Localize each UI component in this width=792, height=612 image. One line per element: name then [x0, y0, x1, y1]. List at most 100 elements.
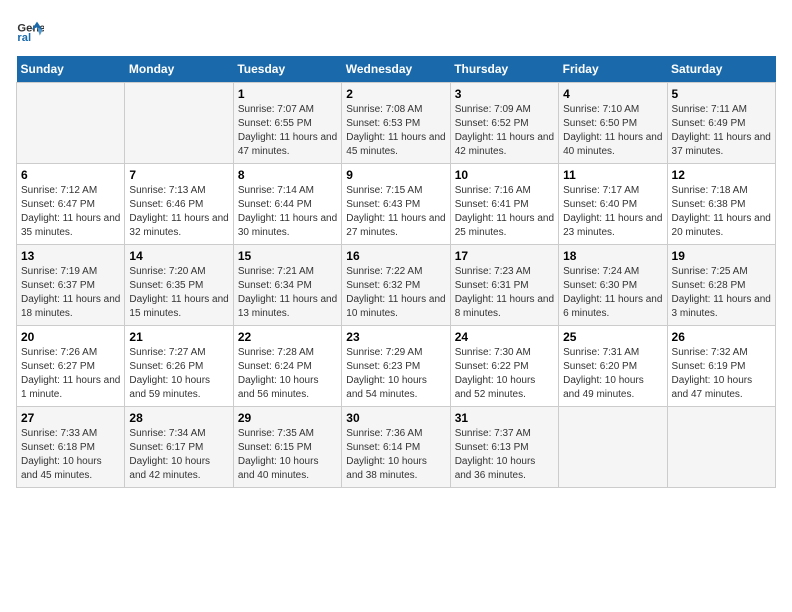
- calendar-cell: 6Sunrise: 7:12 AM Sunset: 6:47 PM Daylig…: [17, 164, 125, 245]
- calendar-cell: 27 Sunrise: 7:33 AM Sunset: 6:18 PM Dayli…: [17, 407, 125, 488]
- calendar-cell: 21Sunrise: 7:27 AM Sunset: 6:26 PM Dayli…: [125, 326, 233, 407]
- day-number: 16: [346, 249, 445, 263]
- calendar-week-row: 1 Sunrise: 7:07 AM Sunset: 6:55 PM Daylig…: [17, 83, 776, 164]
- day-info: Sunrise: 7:07 AM Sunset: 6:55 PM Dayligh…: [238, 103, 337, 159]
- calendar-cell: 18 Sunrise: 7:24 AM Sunset: 6:30 PM Dayli…: [559, 245, 667, 326]
- calendar-cell: 30 Sunrise: 7:36 AM Sunset: 6:14 PM Dayli…: [342, 407, 450, 488]
- day-header-sunday: Sunday: [17, 56, 125, 83]
- calendar-cell: 13 Sunrise: 7:19 AM Sunset: 6:37 PM Dayli…: [17, 245, 125, 326]
- day-number: 20: [21, 330, 120, 344]
- day-number: 18: [563, 249, 662, 263]
- calendar-week-row: 27 Sunrise: 7:33 AM Sunset: 6:18 PM Dayli…: [17, 407, 776, 488]
- day-number: 25: [563, 330, 662, 344]
- calendar-cell: 17 Sunrise: 7:23 AM Sunset: 6:31 PM Dayli…: [450, 245, 558, 326]
- day-number: 2: [346, 87, 445, 101]
- calendar-cell: 20Sunrise: 7:26 AM Sunset: 6:27 PM Dayli…: [17, 326, 125, 407]
- day-header-monday: Monday: [125, 56, 233, 83]
- calendar-cell: 1 Sunrise: 7:07 AM Sunset: 6:55 PM Daylig…: [233, 83, 341, 164]
- day-info: Sunrise: 7:30 AM Sunset: 6:22 PM Dayligh…: [455, 346, 554, 402]
- calendar-week-row: 20Sunrise: 7:26 AM Sunset: 6:27 PM Dayli…: [17, 326, 776, 407]
- day-info: Sunrise: 7:33 AM Sunset: 6:18 PM Dayligh…: [21, 427, 120, 483]
- day-number: 23: [346, 330, 445, 344]
- day-info: Sunrise: 7:28 AM Sunset: 6:24 PM Dayligh…: [238, 346, 337, 402]
- day-number: 17: [455, 249, 554, 263]
- day-info: Sunrise: 7:25 AM Sunset: 6:28 PM Dayligh…: [672, 265, 771, 321]
- calendar-cell: [667, 407, 775, 488]
- day-info: Sunrise: 7:22 AM Sunset: 6:32 PM Dayligh…: [346, 265, 445, 321]
- calendar-cell: 22 Sunrise: 7:28 AM Sunset: 6:24 PM Dayli…: [233, 326, 341, 407]
- day-info: Sunrise: 7:31 AM Sunset: 6:20 PM Dayligh…: [563, 346, 662, 402]
- day-number: 1: [238, 87, 337, 101]
- svg-text:ral: ral: [17, 32, 31, 44]
- day-header-tuesday: Tuesday: [233, 56, 341, 83]
- day-info: Sunrise: 7:34 AM Sunset: 6:17 PM Dayligh…: [129, 427, 228, 483]
- day-info: Sunrise: 7:35 AM Sunset: 6:15 PM Dayligh…: [238, 427, 337, 483]
- logo-icon: Gene ral: [16, 16, 44, 44]
- calendar-cell: 8Sunrise: 7:14 AM Sunset: 6:44 PM Daylig…: [233, 164, 341, 245]
- calendar-cell: 29 Sunrise: 7:35 AM Sunset: 6:15 PM Dayli…: [233, 407, 341, 488]
- calendar-cell: 12 Sunrise: 7:18 AM Sunset: 6:38 PM Dayli…: [667, 164, 775, 245]
- day-header-saturday: Saturday: [667, 56, 775, 83]
- day-info: Sunrise: 7:17 AM Sunset: 6:40 PM Dayligh…: [563, 184, 662, 240]
- day-info: Sunrise: 7:20 AM Sunset: 6:35 PM Dayligh…: [129, 265, 228, 321]
- calendar-cell: 7 Sunrise: 7:13 AM Sunset: 6:46 PM Daylig…: [125, 164, 233, 245]
- day-info: Sunrise: 7:37 AM Sunset: 6:13 PM Dayligh…: [455, 427, 554, 483]
- calendar-week-row: 6Sunrise: 7:12 AM Sunset: 6:47 PM Daylig…: [17, 164, 776, 245]
- page-header: Gene ral: [16, 16, 776, 44]
- day-number: 29: [238, 411, 337, 425]
- day-number: 7: [129, 168, 228, 182]
- calendar-cell: 16 Sunrise: 7:22 AM Sunset: 6:32 PM Dayli…: [342, 245, 450, 326]
- day-info: Sunrise: 7:11 AM Sunset: 6:49 PM Dayligh…: [672, 103, 771, 159]
- day-info: Sunrise: 7:21 AM Sunset: 6:34 PM Dayligh…: [238, 265, 337, 321]
- calendar-cell: 26Sunrise: 7:32 AM Sunset: 6:19 PM Dayli…: [667, 326, 775, 407]
- calendar-cell: 5Sunrise: 7:11 AM Sunset: 6:49 PM Daylig…: [667, 83, 775, 164]
- day-info: Sunrise: 7:19 AM Sunset: 6:37 PM Dayligh…: [21, 265, 120, 321]
- day-number: 21: [129, 330, 228, 344]
- day-info: Sunrise: 7:12 AM Sunset: 6:47 PM Dayligh…: [21, 184, 120, 240]
- calendar-cell: 15 Sunrise: 7:21 AM Sunset: 6:34 PM Dayli…: [233, 245, 341, 326]
- calendar-cell: 31 Sunrise: 7:37 AM Sunset: 6:13 PM Dayli…: [450, 407, 558, 488]
- day-number: 19: [672, 249, 771, 263]
- calendar-cell: 24 Sunrise: 7:30 AM Sunset: 6:22 PM Dayli…: [450, 326, 558, 407]
- day-number: 24: [455, 330, 554, 344]
- day-number: 27: [21, 411, 120, 425]
- day-number: 31: [455, 411, 554, 425]
- day-number: 11: [563, 168, 662, 182]
- calendar-cell: [125, 83, 233, 164]
- calendar-cell: 14 Sunrise: 7:20 AM Sunset: 6:35 PM Dayli…: [125, 245, 233, 326]
- day-number: 15: [238, 249, 337, 263]
- day-number: 13: [21, 249, 120, 263]
- calendar-cell: 19 Sunrise: 7:25 AM Sunset: 6:28 PM Dayli…: [667, 245, 775, 326]
- calendar-cell: [17, 83, 125, 164]
- calendar-table: SundayMondayTuesdayWednesdayThursdayFrid…: [16, 56, 776, 488]
- calendar-cell: 3Sunrise: 7:09 AM Sunset: 6:52 PM Daylig…: [450, 83, 558, 164]
- day-info: Sunrise: 7:10 AM Sunset: 6:50 PM Dayligh…: [563, 103, 662, 159]
- calendar-cell: 2Sunrise: 7:08 AM Sunset: 6:53 PM Daylig…: [342, 83, 450, 164]
- day-number: 14: [129, 249, 228, 263]
- day-info: Sunrise: 7:23 AM Sunset: 6:31 PM Dayligh…: [455, 265, 554, 321]
- day-number: 8: [238, 168, 337, 182]
- day-info: Sunrise: 7:18 AM Sunset: 6:38 PM Dayligh…: [672, 184, 771, 240]
- day-info: Sunrise: 7:32 AM Sunset: 6:19 PM Dayligh…: [672, 346, 771, 402]
- logo: Gene ral: [16, 16, 48, 44]
- day-header-thursday: Thursday: [450, 56, 558, 83]
- day-info: Sunrise: 7:09 AM Sunset: 6:52 PM Dayligh…: [455, 103, 554, 159]
- day-info: Sunrise: 7:16 AM Sunset: 6:41 PM Dayligh…: [455, 184, 554, 240]
- day-info: Sunrise: 7:13 AM Sunset: 6:46 PM Dayligh…: [129, 184, 228, 240]
- calendar-cell: 28Sunrise: 7:34 AM Sunset: 6:17 PM Dayli…: [125, 407, 233, 488]
- day-header-wednesday: Wednesday: [342, 56, 450, 83]
- day-info: Sunrise: 7:24 AM Sunset: 6:30 PM Dayligh…: [563, 265, 662, 321]
- day-info: Sunrise: 7:36 AM Sunset: 6:14 PM Dayligh…: [346, 427, 445, 483]
- day-number: 22: [238, 330, 337, 344]
- day-number: 4: [563, 87, 662, 101]
- day-number: 12: [672, 168, 771, 182]
- calendar-cell: 23 Sunrise: 7:29 AM Sunset: 6:23 PM Dayli…: [342, 326, 450, 407]
- day-info: Sunrise: 7:15 AM Sunset: 6:43 PM Dayligh…: [346, 184, 445, 240]
- calendar-cell: 10Sunrise: 7:16 AM Sunset: 6:41 PM Dayli…: [450, 164, 558, 245]
- calendar-cell: 4 Sunrise: 7:10 AM Sunset: 6:50 PM Daylig…: [559, 83, 667, 164]
- calendar-week-row: 13 Sunrise: 7:19 AM Sunset: 6:37 PM Dayli…: [17, 245, 776, 326]
- day-info: Sunrise: 7:29 AM Sunset: 6:23 PM Dayligh…: [346, 346, 445, 402]
- calendar-cell: 25 Sunrise: 7:31 AM Sunset: 6:20 PM Dayli…: [559, 326, 667, 407]
- day-number: 30: [346, 411, 445, 425]
- calendar-cell: [559, 407, 667, 488]
